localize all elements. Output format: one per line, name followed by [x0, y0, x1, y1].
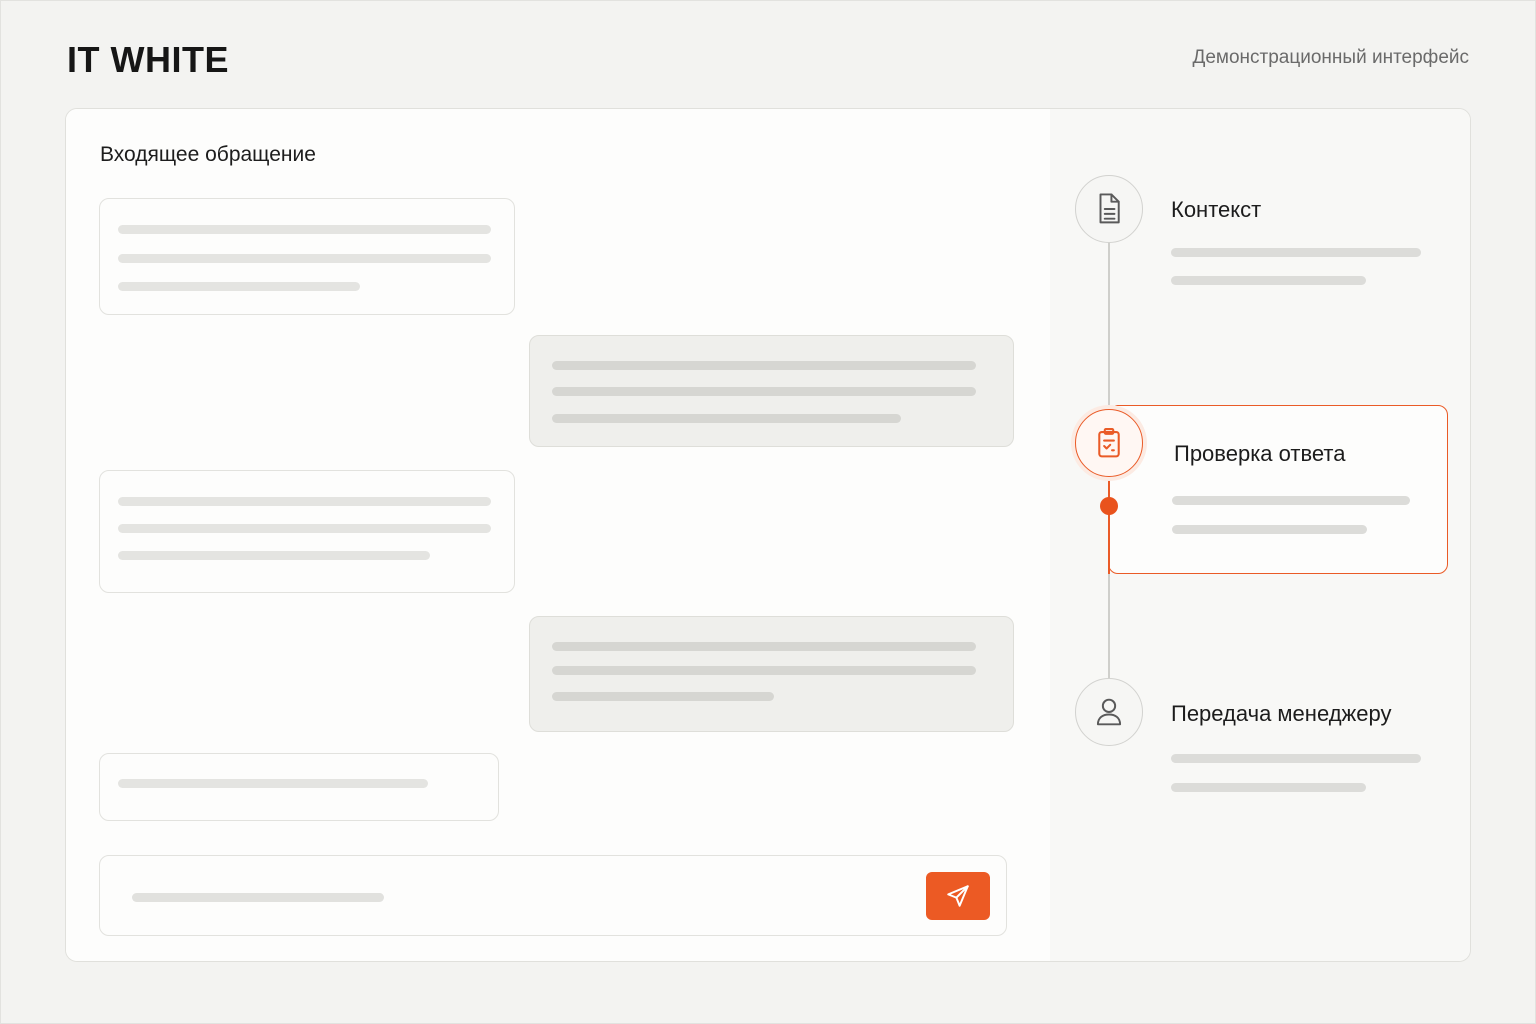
text-placeholder-line	[552, 642, 976, 651]
text-placeholder-line	[552, 666, 976, 675]
text-placeholder-line	[118, 225, 491, 234]
workflow-steps-pane: Контекст Проверка ответа Передача менедж…	[1050, 109, 1470, 961]
text-placeholder-line	[118, 497, 491, 506]
text-placeholder-line	[1171, 754, 1421, 763]
text-placeholder-line	[552, 387, 976, 396]
chat-title: Входящее обращение	[100, 143, 316, 166]
text-placeholder-line	[1171, 276, 1366, 285]
text-placeholder-line	[552, 692, 774, 701]
app-window: IT WHITE Демонстрационный интерфейс Вход…	[0, 0, 1536, 1024]
step-icon-handoff	[1075, 678, 1143, 746]
page-subtitle: Демонстрационный интерфейс	[1192, 47, 1469, 68]
step-label-review: Проверка ответа	[1174, 441, 1346, 466]
input-placeholder-line	[132, 893, 384, 902]
text-placeholder-line	[552, 414, 901, 423]
active-step-marker	[1100, 497, 1118, 515]
step-icon-context	[1075, 175, 1143, 243]
message-input[interactable]	[99, 855, 1007, 936]
text-placeholder-line	[118, 779, 428, 788]
step-label-handoff: Передача менеджеру	[1171, 701, 1392, 726]
message-outgoing	[529, 616, 1014, 732]
brand-logo: IT WHITE	[67, 39, 229, 80]
text-placeholder-line	[1172, 496, 1410, 505]
document-icon	[1099, 193, 1120, 224]
message-incoming	[99, 470, 515, 593]
text-placeholder-line	[118, 551, 430, 560]
text-placeholder-line	[118, 282, 360, 291]
send-icon	[947, 885, 969, 907]
text-placeholder-line	[1171, 783, 1366, 792]
message-incoming	[99, 198, 515, 315]
step-icon-review	[1075, 409, 1143, 477]
text-placeholder-line	[118, 524, 491, 533]
text-placeholder-line	[1172, 525, 1367, 534]
message-incoming	[99, 753, 499, 821]
text-placeholder-line	[118, 254, 491, 263]
active-step-card[interactable]: Проверка ответа	[1108, 405, 1448, 574]
main-panel: Входящее обращение Контекст Проверка отв…	[65, 108, 1471, 962]
text-placeholder-line	[552, 361, 976, 370]
message-outgoing	[529, 335, 1014, 447]
text-placeholder-line	[1171, 248, 1421, 257]
step-label-context: Контекст	[1171, 197, 1262, 222]
send-button[interactable]	[926, 872, 990, 920]
chat-pane: Входящее обращение	[66, 109, 1051, 961]
user-icon	[1096, 698, 1122, 726]
clipboard-check-icon	[1098, 428, 1120, 458]
